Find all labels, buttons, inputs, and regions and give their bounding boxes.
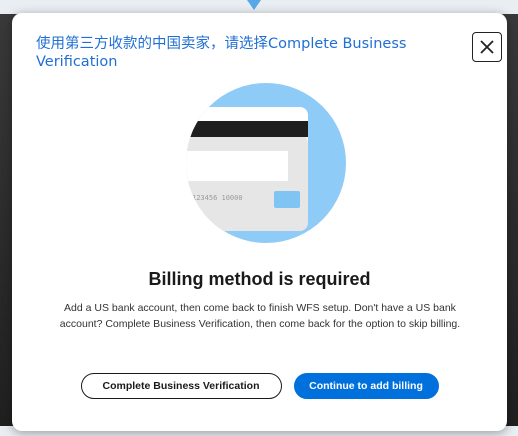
card-back [186,135,308,231]
continue-to-add-billing-button[interactable]: Continue to add billing [293,373,439,399]
modal-actions: Complete Business Verification Continue … [12,373,507,399]
close-icon [480,40,494,54]
modal-title: Billing method is required [148,269,371,289]
card-chip [274,191,300,208]
card-number: 123456 10000 [192,194,243,202]
billing-required-modal: 使用第三方收款的中国卖家，请选择Complete Business Verifi… [12,13,507,431]
close-button[interactable] [472,32,502,62]
complete-business-verification-button[interactable]: Complete Business Verification [80,373,282,399]
card-signature-strip [186,151,288,181]
credit-card-illustration: 123456 10000 [186,83,346,243]
modal-description: Add a US bank account, then come back to… [59,302,461,330]
seller-guidance-note: 使用第三方收款的中国卖家，请选择Complete Business Verifi… [36,36,407,70]
card-magnetic-stripe [186,121,308,137]
